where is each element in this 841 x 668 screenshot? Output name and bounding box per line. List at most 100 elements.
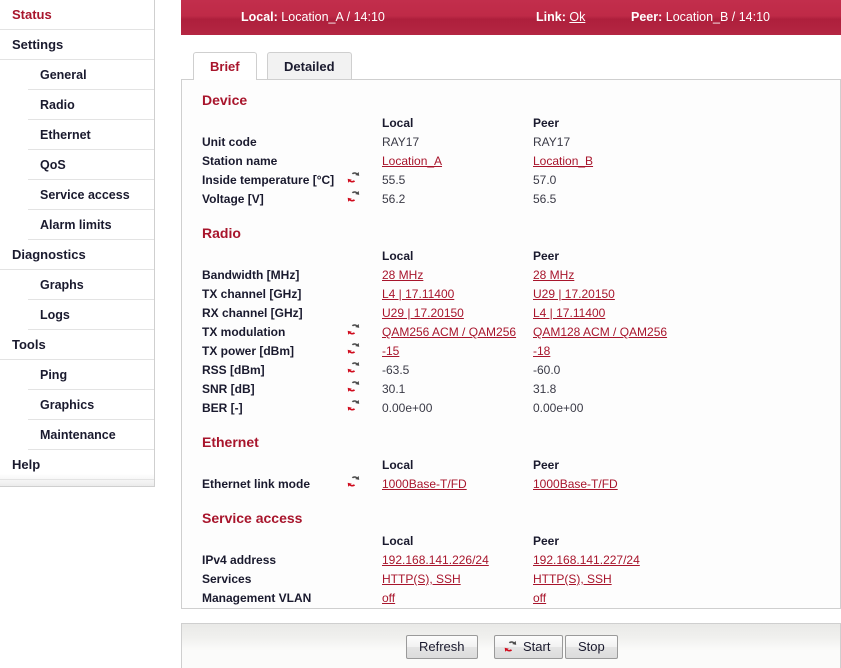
row-value-local-text[interactable]: 192.168.141.226/24 xyxy=(382,553,489,567)
row-value-peer-text: RAY17 xyxy=(533,135,571,149)
row-value-peer-text: 0.00e+00 xyxy=(533,401,584,415)
content-panel: Device Local Peer Unit code RAY17 RAY17 Statio… xyxy=(181,79,841,609)
sidebar-item-general[interactable]: General xyxy=(0,60,154,90)
row-value-local-text[interactable]: HTTP(S), SSH xyxy=(382,572,461,586)
row-value-local-text[interactable]: off xyxy=(382,591,395,605)
sidebar-navigation: Status Settings General Radio Ethernet QoS Ser… xyxy=(0,0,155,487)
row-label: Bandwidth [MHz] xyxy=(202,268,300,282)
table-row: RSS [dBm] -63.5 -60.0 xyxy=(182,361,840,380)
sidebar-item-status[interactable]: Status xyxy=(0,0,154,30)
row-value-peer: 57.0 xyxy=(533,171,556,190)
sidebar-item-label: Graphs xyxy=(40,278,84,292)
row-value-peer: U29 | 17.20150 xyxy=(533,285,615,304)
row-value-peer: 0.00e+00 xyxy=(533,399,583,418)
row-value-local: 55.5 xyxy=(382,171,405,190)
table-row: IPv4 address 192.168.141.226/24 192.168.14… xyxy=(182,551,840,570)
sidebar-item-graphics[interactable]: Graphics xyxy=(0,390,154,420)
table-row: TX power [dBm] -15 -18 xyxy=(182,342,840,361)
sidebar-item-ping[interactable]: Ping xyxy=(0,360,154,390)
row-value-local-text[interactable]: Location_A xyxy=(382,154,442,168)
tab-strip: Brief Detailed xyxy=(181,52,841,80)
section-title-radio: Radio xyxy=(202,225,241,241)
row-value-local: RAY17 xyxy=(382,133,419,152)
start-button[interactable]: Start xyxy=(494,635,564,659)
sidebar-item-settings[interactable]: Settings xyxy=(0,30,154,60)
tab-detailed[interactable]: Detailed xyxy=(267,52,352,79)
row-value-peer-text[interactable]: 28 MHz xyxy=(533,268,574,282)
table-row: Services HTTP(S), SSH HTTP(S), SSH xyxy=(182,570,840,589)
header-link-info: Link: Ok xyxy=(536,0,585,35)
sidebar-item-label: Status xyxy=(12,7,52,22)
table-row: Management VLAN off off xyxy=(182,589,840,608)
column-header-local: Local xyxy=(382,458,414,472)
sidebar-item-qos[interactable]: QoS xyxy=(0,150,154,180)
row-value-local: HTTP(S), SSH xyxy=(382,570,461,589)
sidebar-item-logs[interactable]: Logs xyxy=(0,300,154,330)
table-row: Station name Location_A Location_B xyxy=(182,152,840,171)
refresh-icon[interactable] xyxy=(346,190,364,209)
sidebar-item-tools[interactable]: Tools xyxy=(0,330,154,360)
sidebar-item-label: Maintenance xyxy=(40,428,116,442)
row-label: IPv4 address xyxy=(202,553,277,567)
row-value-peer-text: 31.8 xyxy=(533,382,557,396)
refresh-icon[interactable] xyxy=(346,323,364,342)
sidebar-item-service-access[interactable]: Service access xyxy=(0,180,154,210)
sidebar-item-graphs[interactable]: Graphs xyxy=(0,270,154,300)
row-value-peer-text[interactable]: Location_B xyxy=(533,154,593,168)
refresh-icon[interactable] xyxy=(346,342,364,361)
row-value-local: -63.5 xyxy=(382,361,409,380)
refresh-button[interactable]: Refresh xyxy=(406,635,478,659)
refresh-icon[interactable] xyxy=(346,475,364,494)
start-button-label: Start xyxy=(523,639,551,654)
row-value-peer-text[interactable]: U29 | 17.20150 xyxy=(533,287,615,301)
sidebar-item-label: Tools xyxy=(12,337,46,352)
section-title-ethernet: Ethernet xyxy=(202,434,259,450)
row-value-peer-text[interactable]: 1000Base-T/FD xyxy=(533,477,618,491)
row-value-local-text[interactable]: -15 xyxy=(382,344,399,358)
row-value-local-text[interactable]: U29 | 17.20150 xyxy=(382,306,464,320)
row-value-peer-text[interactable]: HTTP(S), SSH xyxy=(533,572,612,586)
sidebar-item-help[interactable]: Help xyxy=(0,450,154,480)
row-value-local-text: 0.00e+00 xyxy=(382,401,433,415)
row-label: Voltage [V] xyxy=(202,192,264,206)
column-header-peer: Peer xyxy=(533,116,560,130)
row-value-local-text: -63.5 xyxy=(382,363,410,377)
sidebar-item-radio[interactable]: Radio xyxy=(0,90,154,120)
row-value-local-text: RAY17 xyxy=(382,135,420,149)
table-row: Voltage [V] 56.2 56.5 xyxy=(182,190,840,209)
refresh-icon[interactable] xyxy=(346,171,364,190)
row-value-local-text[interactable]: QAM256 ACM / QAM256 xyxy=(382,325,516,339)
table-row: RX channel [GHz] U29 | 17.20150 L4 | 17.11… xyxy=(182,304,840,323)
column-header-local: Local xyxy=(382,249,414,263)
row-label: TX modulation xyxy=(202,325,286,339)
sidebar-item-label: Diagnostics xyxy=(12,247,86,262)
tab-brief[interactable]: Brief xyxy=(193,52,257,80)
refresh-icon[interactable] xyxy=(346,380,364,399)
row-label: TX power [dBm] xyxy=(202,344,294,358)
sidebar-item-diagnostics[interactable]: Diagnostics xyxy=(0,240,154,270)
refresh-icon[interactable] xyxy=(346,361,364,380)
row-label: RSS [dBm] xyxy=(202,363,265,377)
sidebar-item-label: Help xyxy=(12,457,41,472)
row-value-peer-text[interactable]: -18 xyxy=(533,344,550,358)
refresh-icon[interactable] xyxy=(346,399,364,418)
header-link-status[interactable]: Ok xyxy=(569,10,585,24)
row-value-peer-text[interactable]: L4 | 17.11400 xyxy=(533,306,605,320)
stop-button[interactable]: Stop xyxy=(565,635,618,659)
row-label: Services xyxy=(202,572,252,586)
column-header-peer: Peer xyxy=(533,458,560,472)
sidebar-item-ethernet[interactable]: Ethernet xyxy=(0,120,154,150)
row-value-peer-text[interactable]: off xyxy=(533,591,546,605)
row-value-peer-text[interactable]: QAM128 ACM / QAM256 xyxy=(533,325,667,339)
action-button-bar: Refresh Start Stop xyxy=(181,623,841,668)
row-value-local: off xyxy=(382,589,395,608)
header-peer-label: Peer: xyxy=(631,10,663,24)
row-value-local-text[interactable]: 28 MHz xyxy=(382,268,423,282)
row-value-local: -15 xyxy=(382,342,399,361)
row-value-peer-text[interactable]: 192.168.141.227/24 xyxy=(533,553,640,567)
row-value-local-text[interactable]: L4 | 17.11400 xyxy=(382,287,454,301)
sidebar-item-alarm-limits[interactable]: Alarm limits xyxy=(0,210,154,240)
column-header-peer: Peer xyxy=(533,534,560,548)
row-value-local-text[interactable]: 1000Base-T/FD xyxy=(382,477,467,491)
sidebar-item-maintenance[interactable]: Maintenance xyxy=(0,420,154,450)
